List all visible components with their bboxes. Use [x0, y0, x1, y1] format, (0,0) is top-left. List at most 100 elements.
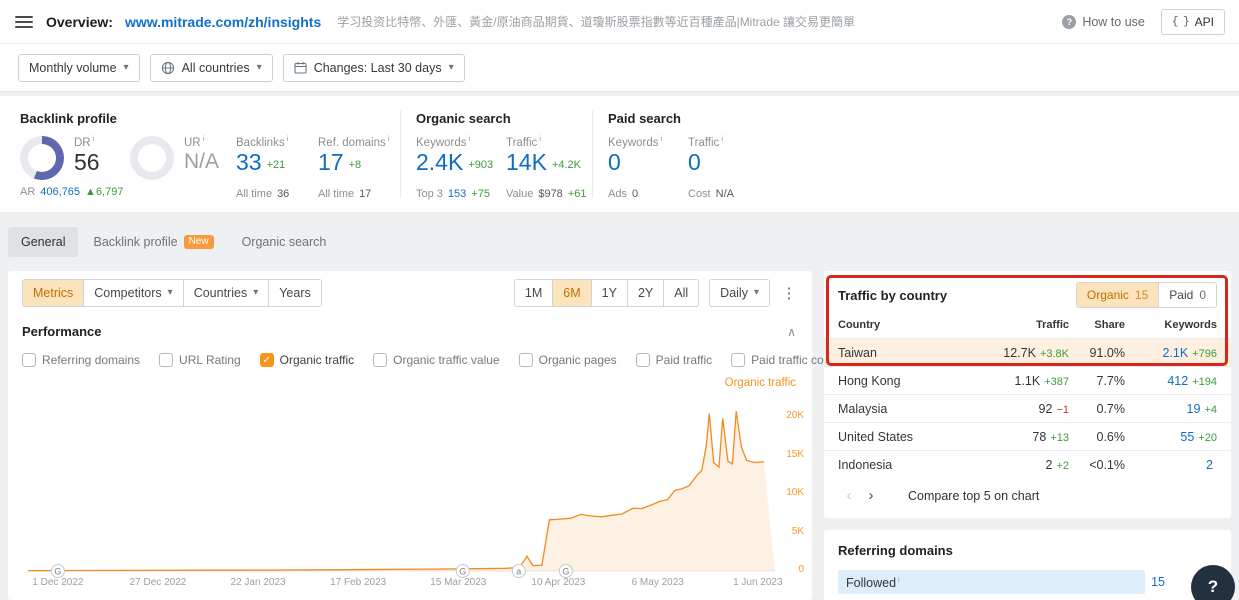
- prev-page-icon[interactable]: ‹: [838, 487, 860, 504]
- country-cell: Indonesia: [838, 458, 977, 472]
- x-tick: 22 Jan 2023: [231, 577, 286, 588]
- organic-keywords-value[interactable]: 2.4K: [416, 149, 463, 175]
- paid-keywords-value[interactable]: 0: [608, 149, 662, 175]
- metrics-tab[interactable]: Metrics: [23, 280, 84, 306]
- info-icon[interactable]: i: [721, 134, 723, 143]
- followed-count[interactable]: 15: [1151, 575, 1183, 589]
- tab-backlink-profile[interactable]: Backlink profileNew: [80, 227, 226, 257]
- paid-traffic-value[interactable]: 0: [688, 149, 723, 175]
- collapse-chevron-icon[interactable]: ∧: [787, 325, 796, 339]
- x-tick: 1 Jun 2023: [733, 577, 783, 588]
- keywords-link[interactable]: 2: [1206, 458, 1213, 472]
- organic-traffic-chart[interactable]: GGaG: [28, 397, 775, 571]
- info-icon[interactable]: i: [93, 134, 95, 143]
- traffic-value: 12.7K: [1003, 346, 1036, 360]
- info-icon[interactable]: i: [287, 134, 289, 143]
- performance-panel: Metrics Competitors▾ Countries▾ Years 1M…: [8, 271, 812, 600]
- info-icon[interactable]: i: [469, 134, 471, 143]
- keywords-change: +20: [1198, 432, 1217, 444]
- share-cell: 7.7%: [1069, 374, 1125, 388]
- tab-organic-search[interactable]: Organic search: [229, 227, 340, 257]
- table-row-malaysia[interactable]: Malaysia 92−1 0.7% 19+4: [824, 394, 1231, 422]
- backlinks-change: +21: [267, 159, 286, 171]
- range-6m-button[interactable]: 6M: [553, 280, 591, 306]
- top3-row: Top 3153+75: [416, 188, 490, 200]
- keywords-link[interactable]: 412: [1167, 374, 1188, 388]
- how-to-use-link[interactable]: ? How to use: [1062, 15, 1145, 29]
- x-axis: 1 Dec 2022 27 Dec 2022 22 Jan 2023 17 Fe…: [28, 577, 775, 591]
- range-1m-button[interactable]: 1M: [515, 280, 553, 306]
- info-icon[interactable]: i: [539, 134, 541, 143]
- ar-value[interactable]: 406,765: [40, 186, 80, 198]
- dr-value: 56: [74, 149, 100, 175]
- target-domain-link[interactable]: www.mitrade.com/zh/insights: [125, 14, 321, 30]
- keywords-link[interactable]: 19: [1187, 402, 1201, 416]
- y-tick: 15K: [786, 449, 804, 460]
- checkbox-url-rating[interactable]: URL Rating: [159, 353, 241, 367]
- x-tick: 1 Dec 2022: [32, 577, 83, 588]
- refdomains-change: +8: [349, 159, 362, 171]
- traffic-change: +13: [1050, 432, 1069, 444]
- info-icon[interactable]: i: [898, 575, 900, 584]
- keywords-link[interactable]: 55: [1180, 430, 1194, 444]
- checkbox-icon: [22, 353, 36, 367]
- checkbox-paid-traffic-cost[interactable]: Paid traffic cost: [731, 353, 833, 367]
- divider: [592, 110, 593, 198]
- chevron-down-icon: ▾: [754, 280, 759, 306]
- country-filter-dropdown[interactable]: All countries ▾: [150, 54, 273, 82]
- backlinks-value[interactable]: 33: [236, 149, 262, 175]
- checkbox-referring-domains[interactable]: Referring domains: [22, 353, 140, 367]
- range-1y-button[interactable]: 1Y: [592, 280, 628, 306]
- url-rating-gauge: [130, 136, 174, 180]
- checkbox-icon: [731, 353, 745, 367]
- table-row-hong-kong[interactable]: Hong Kong 1.1K+387 7.7% 412+194: [824, 366, 1231, 394]
- next-page-icon[interactable]: ›: [860, 487, 882, 504]
- table-row-indonesia[interactable]: Indonesia 2+2 <0.1% 2: [824, 450, 1231, 478]
- organic-toggle-button[interactable]: Organic15: [1077, 283, 1159, 307]
- table-header: Country Traffic Share Keywords: [824, 311, 1231, 338]
- paid-toggle-button[interactable]: Paid0: [1159, 283, 1216, 307]
- checkbox-icon: [159, 353, 173, 367]
- checkbox-organic-traffic[interactable]: ✓Organic traffic: [260, 353, 354, 367]
- daily-dropdown[interactable]: Daily▾: [710, 280, 769, 306]
- checkbox-organic-traffic-value[interactable]: Organic traffic value: [373, 353, 500, 367]
- ar-change: ▲6,797: [85, 186, 123, 198]
- chevron-down-icon: ▾: [124, 62, 129, 73]
- competitors-dropdown[interactable]: Competitors▾: [84, 280, 183, 306]
- new-badge: New: [184, 235, 214, 249]
- keywords-link[interactable]: 2.1K: [1163, 346, 1189, 360]
- info-icon[interactable]: i: [203, 134, 205, 143]
- info-icon[interactable]: i: [388, 134, 390, 143]
- range-2y-button[interactable]: 2Y: [628, 280, 664, 306]
- y-tick: 5K: [792, 526, 804, 537]
- checkbox-organic-pages[interactable]: Organic pages: [519, 353, 617, 367]
- refdomains-value[interactable]: 17: [318, 149, 344, 175]
- api-button[interactable]: { } API: [1161, 9, 1225, 35]
- volume-mode-dropdown[interactable]: Monthly volume ▾: [18, 54, 140, 82]
- series-legend: Organic traffic: [725, 377, 796, 389]
- cost-row: CostN/A: [688, 188, 734, 200]
- range-all-button[interactable]: All: [664, 280, 698, 306]
- calendar-icon: [294, 61, 307, 74]
- paid-count: 0: [1199, 283, 1206, 307]
- followed-row[interactable]: Followedi 15 88%: [838, 570, 1217, 594]
- hamburger-menu-icon[interactable]: [14, 14, 34, 30]
- kebab-menu-icon[interactable]: ⋮: [778, 280, 800, 306]
- tab-general[interactable]: General: [8, 227, 78, 257]
- organic-traffic-value[interactable]: 14K: [506, 149, 547, 175]
- chevron-down-icon: ▾: [168, 280, 173, 306]
- time-range-segment: 1M 6M 1Y 2Y All: [514, 279, 699, 307]
- countries-dropdown[interactable]: Countries▾: [184, 280, 270, 306]
- table-row-taiwan[interactable]: Taiwan 12.7K+3.8K 91.0% 2.1K+796: [824, 338, 1231, 366]
- chevron-down-icon: ▾: [257, 62, 262, 73]
- compare-top5-link[interactable]: Compare top 5 on chart: [908, 489, 1039, 503]
- keywords-change: +194: [1192, 376, 1217, 388]
- changes-period-dropdown[interactable]: Changes: Last 30 days ▾: [283, 54, 465, 82]
- checkbox-paid-traffic[interactable]: Paid traffic: [636, 353, 712, 367]
- keywords-change: +4: [1204, 404, 1217, 416]
- topbar: Overview: www.mitrade.com/zh/insights 学习…: [0, 0, 1239, 44]
- table-row-united-states[interactable]: United States 78+13 0.6% 55+20: [824, 422, 1231, 450]
- domain-rating-gauge: [20, 136, 64, 180]
- info-icon[interactable]: i: [661, 134, 663, 143]
- years-tab[interactable]: Years: [269, 280, 321, 306]
